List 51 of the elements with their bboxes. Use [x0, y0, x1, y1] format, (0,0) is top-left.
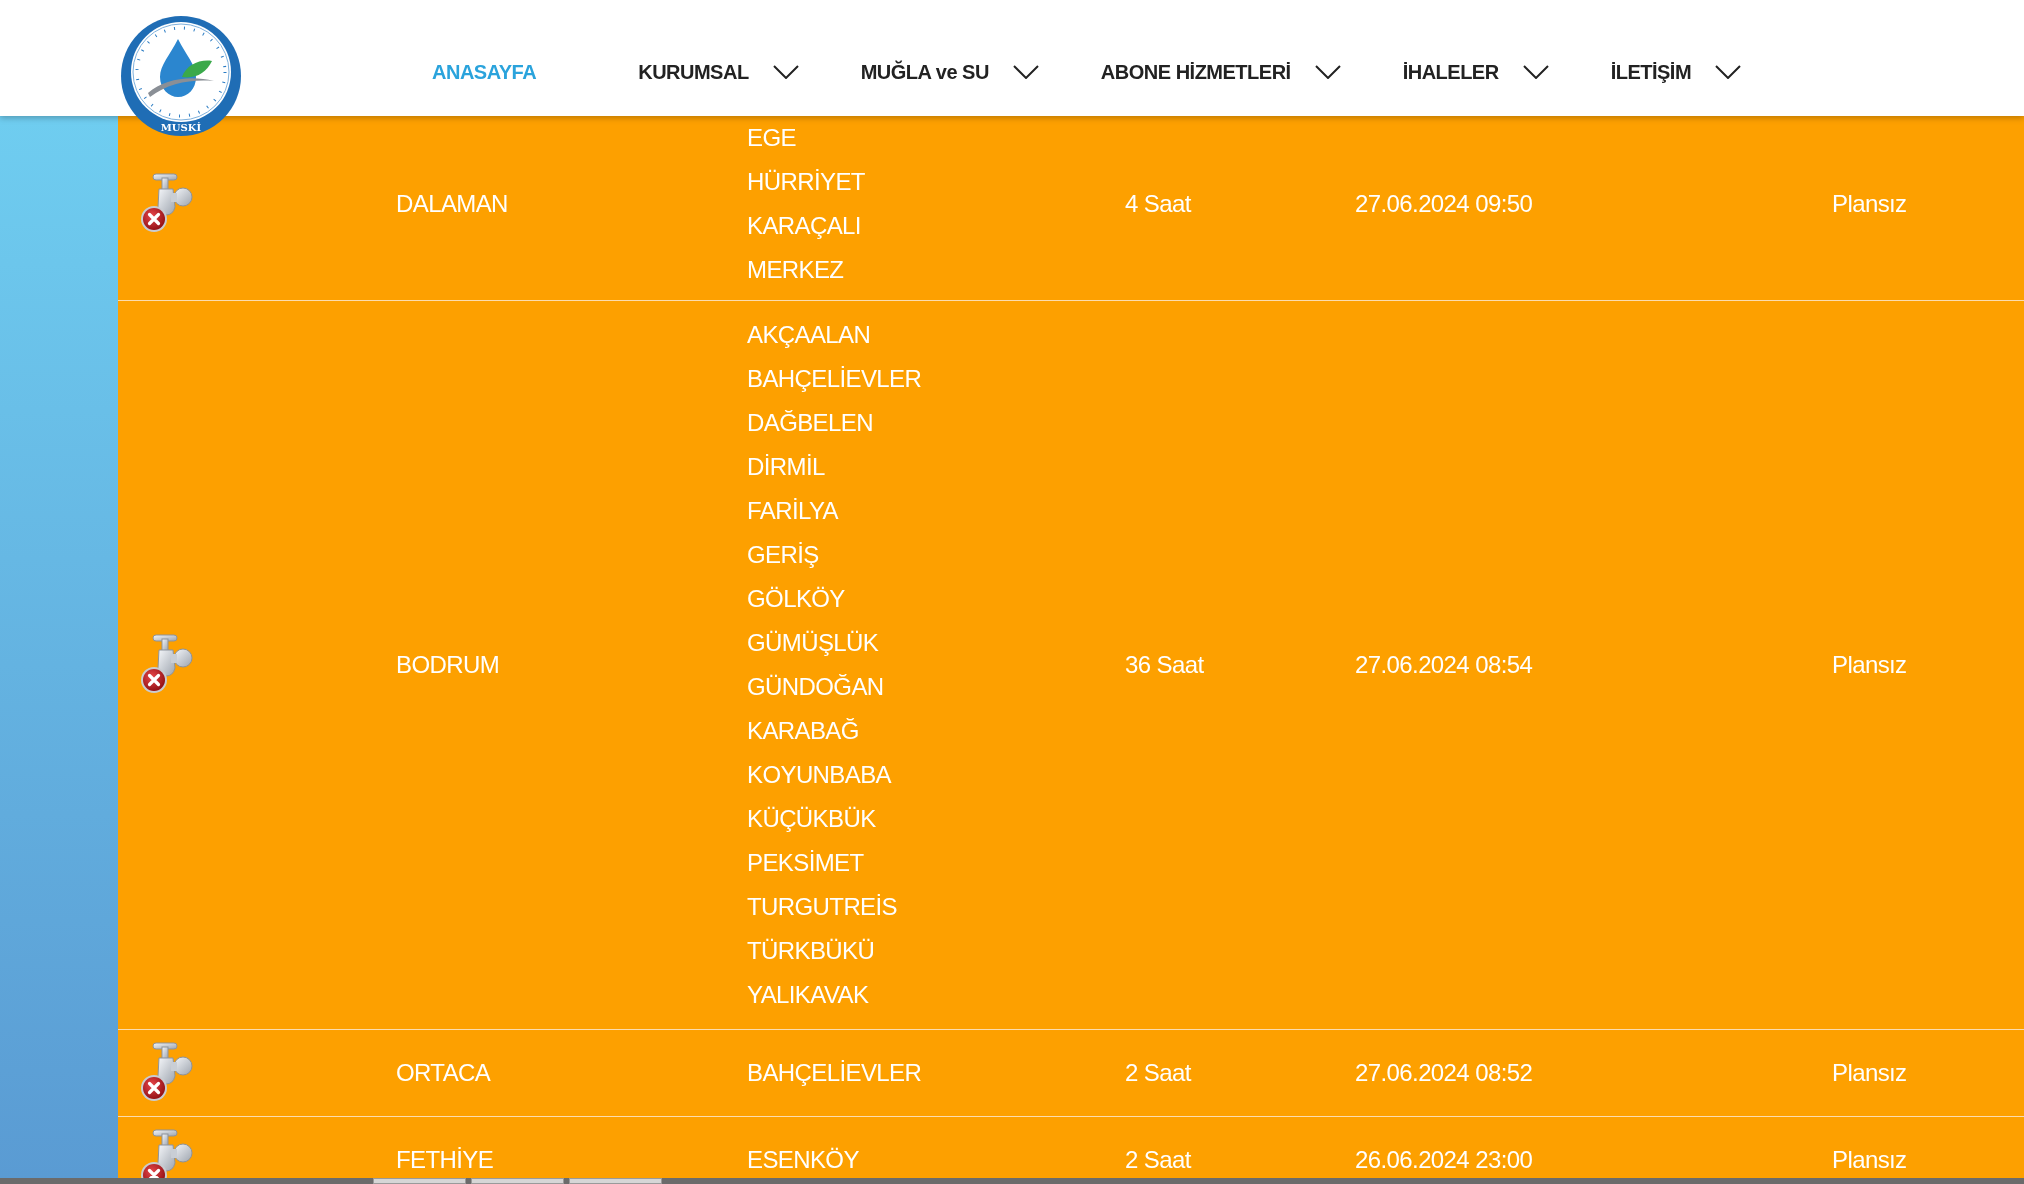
neighborhood-name: BAHÇELİEVLER: [747, 1058, 922, 1088]
outage-type-text: Plansız: [1832, 1059, 1907, 1086]
neighborhood-name: DİRMİL: [747, 452, 825, 482]
neighborhood-name: MERKEZ: [747, 255, 844, 285]
neighborhood-name: BAHÇELİEVLER: [747, 364, 922, 394]
city-name: DALAMAN: [396, 190, 508, 217]
neighborhood-name: YALIKAVAK: [747, 980, 869, 1010]
neighborhood-name: KOYUNBABA: [747, 760, 891, 790]
tab-edge[interactable]: [569, 1178, 662, 1184]
neighborhood-name: DAĞBELEN: [747, 408, 873, 438]
neighborhood-name: PEKSİMET: [747, 848, 864, 878]
neighborhood-name: TURGUTREİS: [747, 892, 897, 922]
duration-text: 2 Saat: [1125, 1059, 1191, 1086]
date-time-text: 27.06.2024 09:50: [1355, 190, 1533, 217]
date-time-text: 26.06.2024 23:00: [1355, 1146, 1533, 1173]
nav-link[interactable]: İLETİŞİM: [1610, 57, 1742, 87]
outage-type-text: Plansız: [1832, 651, 1907, 678]
neighborhood-name: FARİLYA: [747, 496, 838, 526]
nav-link[interactable]: İHALELER: [1402, 57, 1549, 87]
nav-link[interactable]: ABONE HİZMETLERİ: [1100, 57, 1341, 87]
tab-edge[interactable]: [471, 1178, 564, 1184]
city-name: FETHİYE: [396, 1146, 494, 1173]
neighborhood-name: KÜÇÜKBÜK: [747, 804, 876, 834]
city-name: BODRUM: [396, 651, 500, 678]
neighborhood-name: HÜRRİYET: [747, 167, 865, 197]
nav-link[interactable]: MUĞLA ve SU: [860, 57, 1039, 87]
neighborhood-name: GÜNDOĞAN: [747, 672, 884, 702]
tap-x-icon: [139, 173, 193, 235]
outage-type-text: Plansız: [1832, 1146, 1907, 1173]
logo[interactable]: MUSKİ: [120, 15, 242, 137]
neighborhood-name: KARAÇALI: [747, 211, 861, 241]
nav-link[interactable]: KURUMSAL: [638, 57, 799, 87]
neighborhood-name: AKÇAALAN: [747, 320, 871, 350]
neighborhood-name: GÖLKÖY: [747, 584, 845, 614]
tap-x-icon: [139, 634, 193, 696]
neighborhood-name: EGE: [747, 123, 796, 153]
duration-text: 4 Saat: [1125, 190, 1191, 217]
outage-type-text: Plansız: [1832, 190, 1907, 217]
neighborhood-name: ESENKÖY: [747, 1145, 859, 1175]
logo-text: MUSKİ: [160, 122, 202, 133]
tab-edge[interactable]: [373, 1178, 466, 1184]
neighborhood-name: GÜMÜŞLÜK: [747, 628, 879, 658]
duration-text: 2 Saat: [1125, 1146, 1191, 1173]
date-time-text: 27.06.2024 08:54: [1355, 651, 1533, 678]
city-name: ORTACA: [396, 1059, 491, 1086]
date-time-text: 27.06.2024 08:52: [1355, 1059, 1533, 1086]
tap-x-icon: [139, 1042, 193, 1104]
duration-text: 36 Saat: [1125, 651, 1204, 678]
neighborhood-name: KARABAĞ: [747, 716, 859, 746]
neighborhood-name: TÜRKBÜKÜ: [747, 936, 875, 966]
neighborhood-name: GERİŞ: [747, 540, 819, 570]
